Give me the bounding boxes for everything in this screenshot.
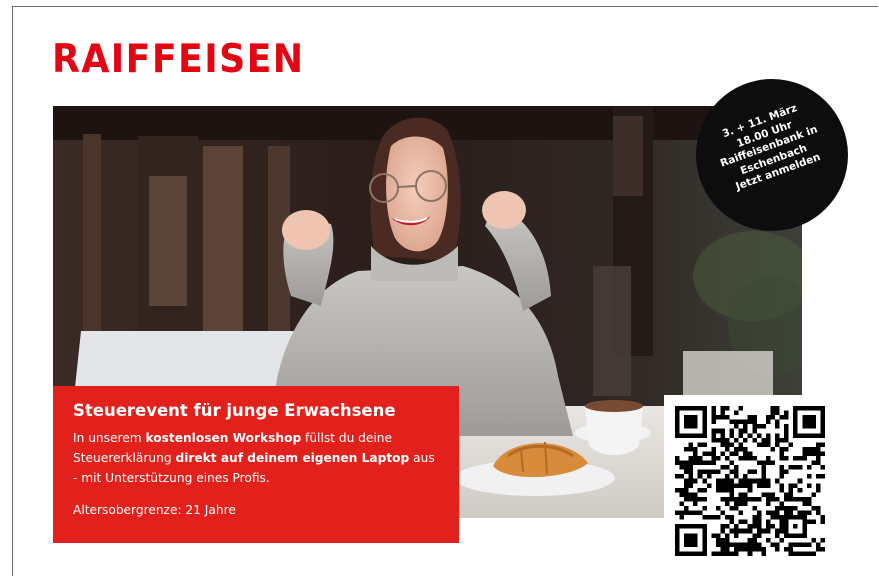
age-limit-text: Altersobergrenze: 21 Jahre	[73, 503, 236, 517]
promo-title: Steuerevent für junge Erwachsene	[73, 401, 396, 420]
promo-text-part-1: In unserem	[73, 431, 146, 445]
promo-text-highlight-1: kostenlosen Workshop	[145, 431, 302, 445]
registration-qr-code[interactable]	[664, 395, 839, 563]
promo-text-highlight-2: direkt auf deinem eigenen Laptop	[175, 451, 410, 465]
event-date-badge: 3. + 11. März 18.00 Uhr Raiffeisenbank i…	[696, 79, 848, 231]
raiffeisen-logo: RAIFFEISEN	[52, 37, 305, 82]
promo-box: Steuerevent für junge Erwachsene In unse…	[53, 386, 459, 543]
promo-description: In unserem kostenlosen Workshop füllst d…	[73, 428, 439, 488]
qr-code-icon	[675, 406, 825, 556]
